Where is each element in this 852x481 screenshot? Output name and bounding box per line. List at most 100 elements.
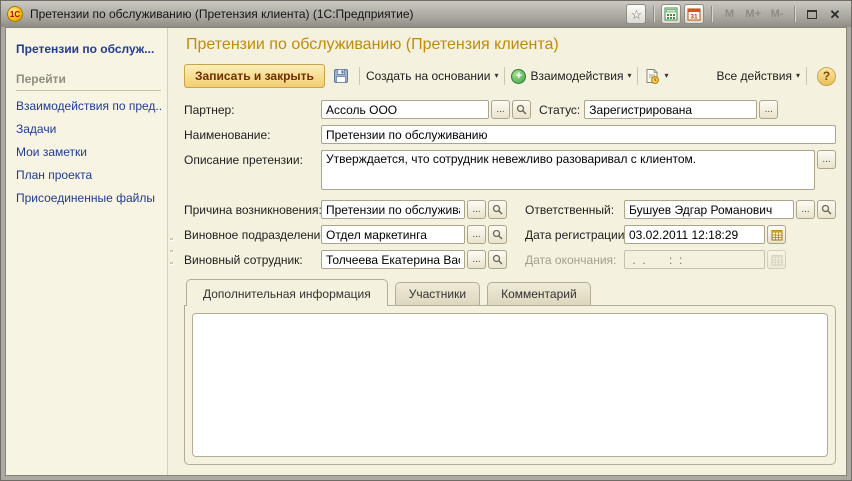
status-select-button[interactable]: ... <box>759 100 778 119</box>
save-button[interactable] <box>329 65 353 87</box>
end-date-picker-button <box>767 250 786 269</box>
report-document-button[interactable]: ▾ <box>644 68 668 84</box>
toolbar: Записать и закрыть Создать на основании … <box>184 64 836 88</box>
create-based-on-label: Создать на основании <box>366 69 491 83</box>
sidebar-item-attached-files[interactable]: Присоединенные файлы <box>16 191 161 205</box>
toolbar-separator <box>504 67 505 85</box>
toolbar-separator <box>637 67 638 85</box>
interactions-button[interactable]: + Взаимодействия ▾ <box>511 69 631 84</box>
calculator-button[interactable] <box>661 4 681 24</box>
titlebar-separator <box>653 6 654 22</box>
chevron-down-icon: ▾ <box>664 72 668 80</box>
partner-label: Партнер: <box>184 103 321 117</box>
reg-date-label: Дата регистрации: <box>525 228 624 242</box>
row-department-regdate: Виновное подразделение: ... Дата регистр… <box>184 225 836 244</box>
memory-icon: M <box>723 8 736 20</box>
responsible-input[interactable] <box>624 200 794 219</box>
tab-additional-info[interactable]: Дополнительная информация <box>186 279 388 306</box>
reason-open-button[interactable] <box>488 200 507 219</box>
sidebar: Претензии по обслуж... Перейти Взаимодей… <box>6 28 168 475</box>
department-input[interactable] <box>321 225 465 244</box>
sidebar-title-link[interactable]: Претензии по обслуж... <box>16 42 161 56</box>
sidebar-splitter[interactable] <box>168 28 176 475</box>
chevron-down-icon: ▾ <box>627 72 631 80</box>
end-date-label: Дата окончания: <box>525 253 624 267</box>
partner-input[interactable] <box>321 100 489 119</box>
titlebar-separator <box>794 6 795 22</box>
employee-label: Виновный сотрудник: <box>184 253 321 267</box>
tab-strip: Дополнительная информация Участники Комм… <box>184 279 836 305</box>
employee-open-button[interactable] <box>488 250 507 269</box>
employee-input[interactable] <box>321 250 465 269</box>
status-label: Статус: <box>539 103 580 117</box>
row-employee-enddate: Виновный сотрудник: ... Дата окончания: <box>184 250 836 269</box>
description-label: Описание претензии: <box>184 150 321 167</box>
memory-plus-icon: M+ <box>743 8 763 20</box>
responsible-select-button[interactable]: ... <box>796 200 815 219</box>
responsible-label: Ответственный: <box>525 203 624 217</box>
row-partner-status: Партнер: ... Статус: ... <box>184 100 836 119</box>
sidebar-section-goto: Перейти <box>16 72 161 91</box>
help-button[interactable]: ? <box>817 67 836 86</box>
description-expand-button[interactable]: ... <box>817 150 836 169</box>
maximize-button[interactable] <box>802 4 822 24</box>
sidebar-item-project-plan[interactable]: План проекта <box>16 168 161 182</box>
department-label: Виновное подразделение: <box>184 228 321 242</box>
responsible-open-button[interactable] <box>817 200 836 219</box>
name-input[interactable] <box>321 125 836 144</box>
plus-circle-icon: + <box>511 69 526 84</box>
all-actions-label: Все действия <box>717 69 792 83</box>
employee-select-button[interactable]: ... <box>467 250 486 269</box>
splitter-grip-icon <box>170 250 174 253</box>
window-body: Претензии по обслуж... Перейти Взаимодей… <box>5 27 847 476</box>
reg-date-input[interactable] <box>624 225 765 244</box>
magnifier-icon <box>492 204 503 215</box>
app-window: 1С Претензии по обслуживанию (Претензия … <box>0 0 852 481</box>
document-clock-icon <box>644 68 660 84</box>
tab-participants[interactable]: Участники <box>395 282 480 305</box>
all-actions-button[interactable]: Все действия ▾ <box>717 69 800 83</box>
1c-logo-icon: 1С <box>7 6 23 22</box>
save-and-close-button[interactable]: Записать и закрыть <box>184 64 325 88</box>
calendar-button[interactable]: 31 <box>684 4 704 24</box>
tab-comment[interactable]: Комментарий <box>487 282 591 305</box>
close-icon: ✕ <box>830 8 841 21</box>
row-name: Наименование: <box>184 125 836 144</box>
reason-select-button[interactable]: ... <box>467 200 486 219</box>
sidebar-item-notes[interactable]: Мои заметки <box>16 145 161 159</box>
chevron-down-icon: ▾ <box>796 72 800 80</box>
memory-button[interactable]: M <box>719 4 739 24</box>
partner-open-button[interactable] <box>512 100 531 119</box>
titlebar-buttons: ☆ 31 M M+ M- <box>626 4 845 24</box>
floppy-save-icon <box>333 68 349 84</box>
calendar-icon: 31 <box>687 7 701 21</box>
status-input[interactable] <box>584 100 757 119</box>
titlebar[interactable]: 1С Претензии по обслуживанию (Претензия … <box>1 1 851 27</box>
create-based-on-button[interactable]: Создать на основании ▾ <box>366 69 499 83</box>
sidebar-item-interactions[interactable]: Взаимодействия по пред... <box>16 99 161 113</box>
magnifier-icon <box>516 104 527 115</box>
reg-date-picker-button[interactable] <box>767 225 786 244</box>
favorites-button[interactable]: ☆ <box>626 4 646 24</box>
row-description: Описание претензии: Утверждается, что со… <box>184 150 836 190</box>
sidebar-item-tasks[interactable]: Задачи <box>16 122 161 136</box>
memory-minus-button[interactable]: M- <box>767 4 787 24</box>
memory-plus-button[interactable]: M+ <box>742 4 764 24</box>
row-reason-responsible: Причина возникновения: ... Ответственный… <box>184 200 836 219</box>
description-textarea[interactable]: Утверждается, что сотрудник невежливо ра… <box>321 150 815 190</box>
interactions-label: Взаимодействия <box>530 69 623 83</box>
maximize-icon <box>807 10 817 19</box>
partner-select-button[interactable]: ... <box>491 100 510 119</box>
department-open-button[interactable] <box>488 225 507 244</box>
memory-minus-icon: M- <box>769 8 786 20</box>
department-select-button[interactable]: ... <box>467 225 486 244</box>
splitter-grip-icon <box>170 238 174 241</box>
additional-info-textarea[interactable] <box>192 313 828 457</box>
date-picker-icon <box>771 229 783 241</box>
main-form: Претензии по обслуживанию (Претензия кли… <box>176 28 846 475</box>
titlebar-separator <box>711 6 712 22</box>
reason-input[interactable] <box>321 200 465 219</box>
close-button[interactable]: ✕ <box>825 4 845 24</box>
svg-text:31: 31 <box>691 14 699 21</box>
magnifier-icon <box>492 254 503 265</box>
